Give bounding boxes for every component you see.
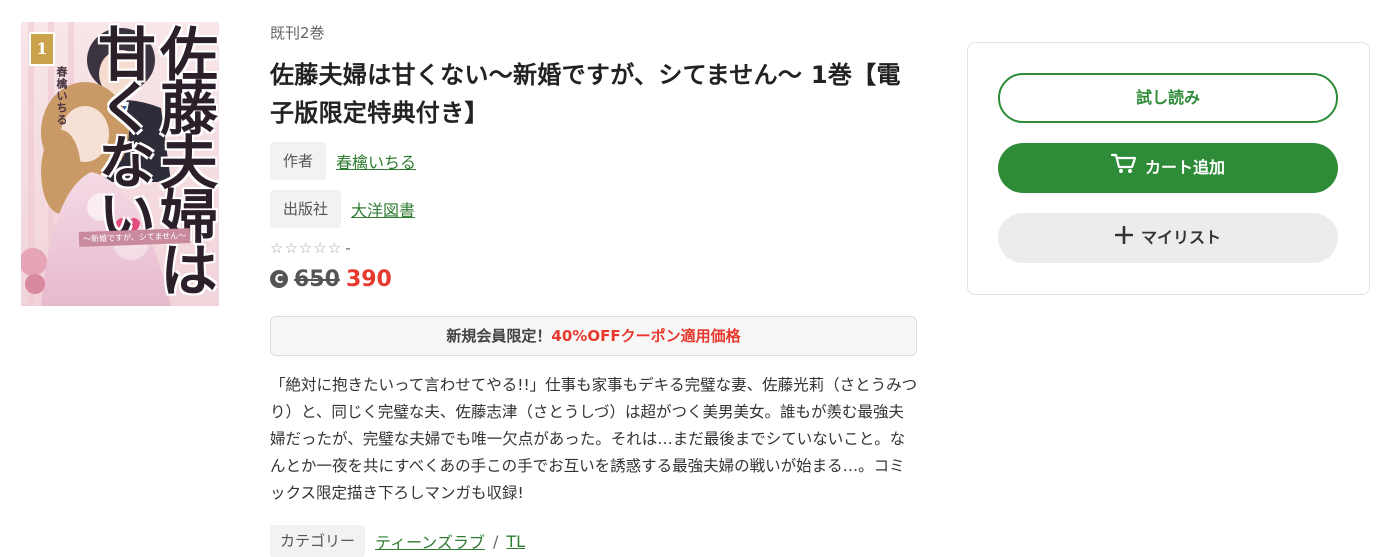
rating-value: - (345, 239, 351, 257)
book-cover-image[interactable]: 1 春檎いちる 佐藤夫婦は甘くない 〜新婚ですが、シてません〜 (21, 22, 219, 306)
add-to-cart-label: カート追加 (1144, 158, 1225, 177)
plus-icon (1114, 214, 1134, 264)
trial-read-label: 試し読み (1135, 88, 1200, 107)
rating[interactable]: ☆☆☆☆☆ - (270, 239, 918, 257)
author-row: 作者 春檎いちる (270, 142, 918, 180)
author-link[interactable]: 春檎いちる (336, 149, 416, 173)
book-info: 既刊2巻 佐藤夫婦は甘くない〜新婚ですが、シてません〜 1巻【電子版限定特典付き… (270, 20, 918, 557)
add-to-mylist-label: マイリスト (1140, 228, 1221, 247)
cover-title-text: 佐藤夫婦は甘くない (88, 24, 218, 294)
category-label: カテゴリー (270, 525, 366, 557)
coupon-highlight: 40%OFFクーポン適用価格 (551, 327, 741, 345)
publisher-link[interactable]: 大洋図書 (351, 197, 415, 221)
category-link-tl[interactable]: TL (506, 532, 525, 551)
action-panel: 試し読み カート追加 マイリスト (967, 42, 1370, 295)
coupon-prefix: 新規会員限定！ (446, 327, 552, 345)
publisher-row: 出版社 大洋図書 (270, 190, 918, 228)
cart-icon (1110, 144, 1137, 194)
volume-count: 既刊2巻 (270, 24, 325, 42)
category-separator: / (492, 531, 499, 551)
book-description: 「絶対に抱きたいって言わせてやる!!」仕事も家事もデキる完璧な妻、佐藤光莉（さと… (270, 376, 918, 502)
add-to-cart-button[interactable]: カート追加 (998, 143, 1338, 193)
add-to-mylist-button[interactable]: マイリスト (998, 213, 1338, 263)
coin-icon: C (270, 270, 288, 288)
price: C 650 390 (270, 264, 918, 294)
author-label: 作者 (270, 142, 327, 180)
publisher-label: 出版社 (270, 190, 342, 228)
coupon-banner: 新規会員限定！40%OFFクーポン適用価格 (270, 316, 917, 356)
category-link-teens-love[interactable]: ティーンズラブ (375, 529, 485, 553)
trial-read-button[interactable]: 試し読み (998, 73, 1338, 123)
cover-author-text: 春檎いちる (55, 66, 68, 126)
original-price: 650 (294, 266, 340, 292)
category-row: カテゴリー ティーンズラブ / TL (270, 525, 918, 557)
rating-stars-icon: ☆☆☆☆☆ (270, 239, 343, 257)
sale-price: 390 (345, 266, 392, 292)
cover-volume-badge: 1 (29, 32, 55, 66)
book-title: 佐藤夫婦は甘くない〜新婚ですが、シてません〜 1巻【電子版限定特典付き】 (270, 61, 901, 127)
